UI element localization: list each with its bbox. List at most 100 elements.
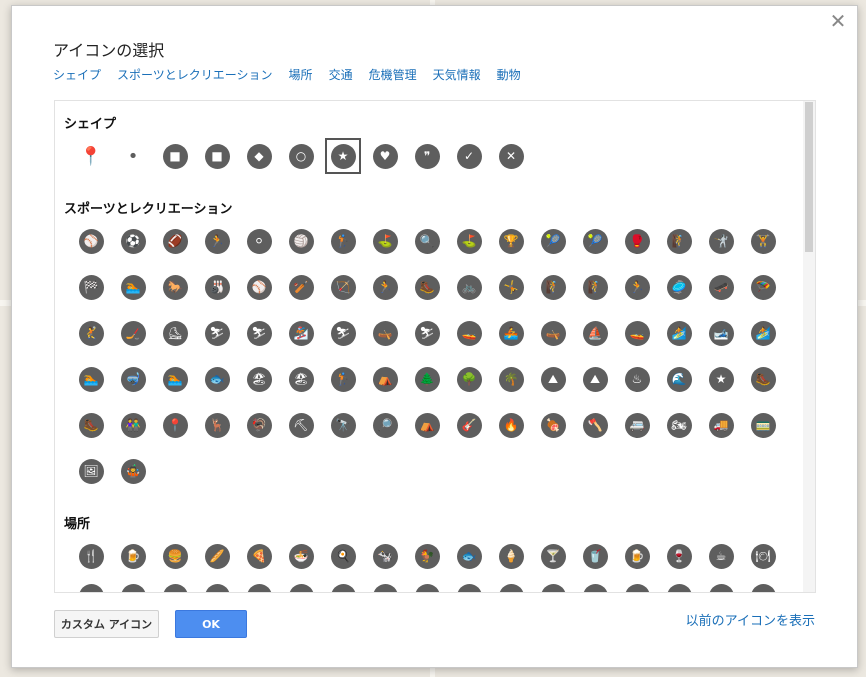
sports-icon[interactable]: 🏍 — [658, 407, 700, 443]
sports-icon[interactable]: 🌲 — [406, 361, 448, 397]
sports-icon[interactable]: 🥊 — [616, 223, 658, 259]
place-icon[interactable] — [154, 578, 196, 592]
sports-icon[interactable]: 🏃 — [364, 269, 406, 305]
sports-icon[interactable]: ⚽ — [112, 223, 154, 259]
place-icon[interactable]: 🍔 — [154, 538, 196, 574]
sports-icon[interactable]: 📍 — [154, 407, 196, 443]
sports-icon[interactable]: 🌴 — [490, 361, 532, 397]
sports-icon[interactable]: 🚃 — [742, 407, 784, 443]
sports-icon[interactable]: 🏖 — [238, 361, 280, 397]
sports-icon[interactable]: 🏈 — [154, 223, 196, 259]
sports-icon[interactable]: 🎿 — [700, 315, 742, 351]
place-icon[interactable] — [742, 578, 784, 592]
close-icon[interactable]: ✕ — [829, 11, 847, 31]
place-icon[interactable]: 🐓 — [406, 538, 448, 574]
place-icon[interactable]: 🍽 — [742, 538, 784, 574]
sports-icon[interactable]: 🛹 — [700, 269, 742, 305]
place-icon[interactable] — [532, 578, 574, 592]
sports-icon[interactable]: 🥏 — [658, 269, 700, 305]
sports-icon[interactable]: 🖼 — [70, 453, 112, 489]
place-icon[interactable] — [196, 578, 238, 592]
x-icon[interactable]: ✕ — [490, 138, 532, 174]
place-icon[interactable]: 🍦 — [490, 538, 532, 574]
place-icon[interactable] — [238, 578, 280, 592]
place-icon[interactable]: 🐟 — [448, 538, 490, 574]
place-icon[interactable]: 🥤 — [574, 538, 616, 574]
sports-icon[interactable]: 🚚 — [700, 407, 742, 443]
sports-icon[interactable]: 🏁 — [70, 269, 112, 305]
sports-icon[interactable]: 🛶 — [364, 315, 406, 351]
tab-sports[interactable]: スポーツとレクリエーション — [117, 66, 273, 83]
place-icon[interactable] — [700, 578, 742, 592]
place-icon[interactable]: 🐄 — [364, 538, 406, 574]
sports-icon[interactable]: 🥾 — [742, 361, 784, 397]
sports-icon[interactable]: 🏊 — [154, 361, 196, 397]
sports-icon[interactable]: 🏒 — [112, 315, 154, 351]
place-icon[interactable] — [658, 578, 700, 592]
scrollbar-thumb[interactable] — [805, 102, 813, 252]
sports-icon[interactable]: ⛷ — [238, 315, 280, 351]
tab-shapes[interactable]: シェイプ — [53, 66, 101, 83]
place-icon[interactable]: 🍺 — [112, 538, 154, 574]
sports-icon[interactable]: 🥾 — [70, 407, 112, 443]
check-icon[interactable]: ✓ — [448, 138, 490, 174]
place-icon[interactable] — [322, 578, 364, 592]
sports-icon[interactable]: 🔭 — [322, 407, 364, 443]
tab-animals[interactable]: 動物 — [497, 66, 521, 83]
small-dot-icon[interactable]: • — [112, 138, 154, 174]
sports-icon[interactable]: 🏆 — [490, 223, 532, 259]
sports-icon[interactable]: 🍖 — [532, 407, 574, 443]
sports-icon[interactable]: 🎾 — [574, 223, 616, 259]
place-icon[interactable]: 🍺 — [616, 538, 658, 574]
sports-icon[interactable]: ⚾ — [238, 269, 280, 305]
sports-icon[interactable]: ⛷ — [322, 315, 364, 351]
sports-icon[interactable]: 🎳 — [196, 269, 238, 305]
sports-icon[interactable]: 🏌 — [322, 361, 364, 397]
sports-icon[interactable]: 🦌 — [196, 407, 238, 443]
tab-weather[interactable]: 天気情報 — [433, 66, 481, 83]
sports-icon[interactable]: ⛷ — [406, 315, 448, 351]
map-pin-icon[interactable]: 📍 — [70, 138, 112, 174]
place-icon[interactable] — [406, 578, 448, 592]
sports-icon[interactable]: 🪓 — [574, 407, 616, 443]
sports-icon[interactable]: ♨ — [616, 361, 658, 397]
sports-icon[interactable]: 🤹 — [112, 453, 154, 489]
sports-icon[interactable]: 🛶 — [532, 315, 574, 351]
sports-icon[interactable]: ⛰ — [574, 361, 616, 397]
place-icon[interactable] — [112, 578, 154, 592]
sports-icon[interactable]: 🏋 — [742, 223, 784, 259]
sports-icon[interactable]: ⛸ — [154, 315, 196, 351]
sports-icon[interactable]: 🏐 — [280, 223, 322, 259]
sports-icon[interactable]: 🧗 — [532, 269, 574, 305]
sports-icon[interactable]: 🧗 — [658, 223, 700, 259]
circle-square-icon[interactable]: ■ — [154, 138, 196, 174]
sports-icon[interactable]: 🐟 — [196, 361, 238, 397]
sports-icon[interactable]: 🏃 — [616, 269, 658, 305]
place-icon[interactable] — [70, 578, 112, 592]
place-icon[interactable] — [280, 578, 322, 592]
place-icon[interactable] — [364, 578, 406, 592]
place-icon[interactable] — [616, 578, 658, 592]
sports-icon[interactable]: 🚤 — [616, 315, 658, 351]
sports-icon[interactable]: ⛳ — [364, 223, 406, 259]
sports-icon[interactable]: 🚲 — [448, 269, 490, 305]
quote-icon[interactable]: ❞ — [406, 138, 448, 174]
sports-icon[interactable]: 🏊 — [70, 361, 112, 397]
sports-icon[interactable]: ⛰ — [532, 361, 574, 397]
place-icon[interactable]: 🍷 — [658, 538, 700, 574]
sports-icon[interactable]: ⛺ — [364, 361, 406, 397]
sports-icon[interactable]: 🎸 — [448, 407, 490, 443]
place-icon[interactable] — [574, 578, 616, 592]
sports-icon[interactable]: 🏊 — [112, 269, 154, 305]
sports-icon[interactable]: 🤿 — [112, 361, 154, 397]
place-icon[interactable] — [448, 578, 490, 592]
sports-icon[interactable]: 🏌 — [322, 223, 364, 259]
place-icon[interactable]: 🍕 — [238, 538, 280, 574]
sports-icon[interactable]: 🔎 — [364, 407, 406, 443]
place-icon[interactable]: 🍸 — [532, 538, 574, 574]
sports-icon[interactable]: 🏂 — [280, 315, 322, 351]
previous-icons-link[interactable]: 以前のアイコンを表示 — [686, 610, 815, 629]
tab-places[interactable]: 場所 — [289, 66, 313, 83]
ring-icon[interactable]: ○ — [280, 138, 322, 174]
sports-icon[interactable]: 👫 — [112, 407, 154, 443]
